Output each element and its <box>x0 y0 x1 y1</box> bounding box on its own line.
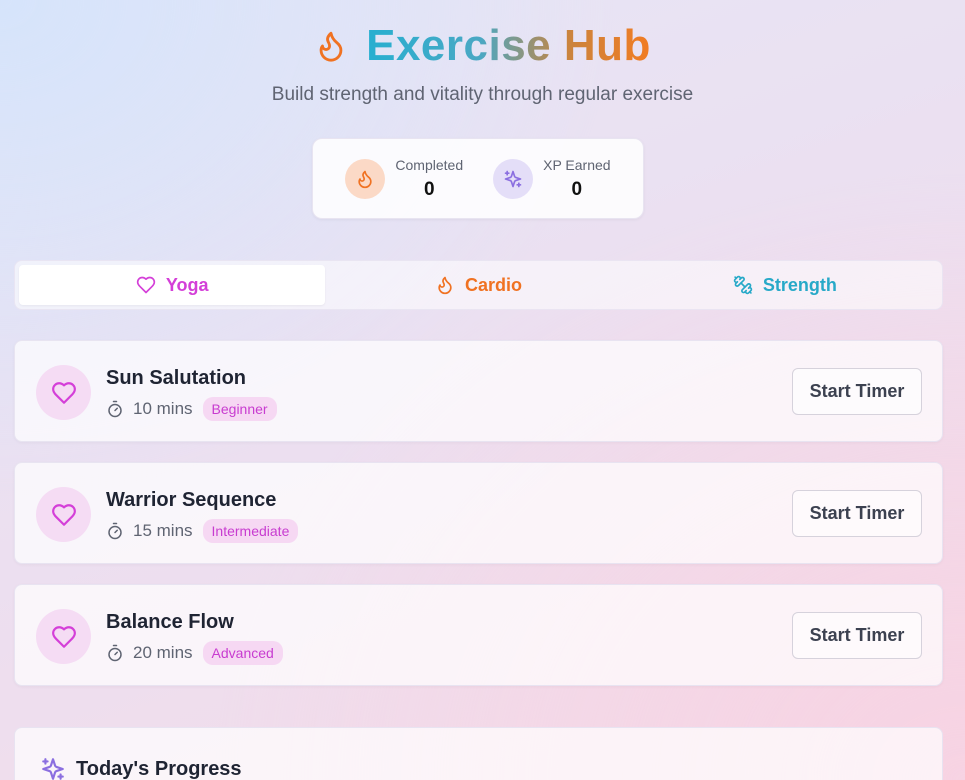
flame-icon <box>358 170 373 188</box>
progress-card: Today's Progress <box>14 727 943 780</box>
completed-stat-badge <box>345 158 386 199</box>
stat-label: XP Earned <box>543 156 611 173</box>
progress-title: Today's Progress <box>76 757 242 780</box>
stat-text: Completed 0 <box>395 157 463 201</box>
title-row: Exercise Hub <box>0 20 965 72</box>
exercise-name: Balance Flow <box>106 611 234 633</box>
start-timer-button[interactable]: Start Timer <box>792 490 922 537</box>
heart-icon <box>51 381 76 404</box>
start-timer-button[interactable]: Start Timer <box>792 368 922 415</box>
progress-header: Today's Progress <box>40 756 242 780</box>
category-tabs: Yoga Cardio Strength <box>14 260 943 310</box>
exercise-duration: 10 mins <box>133 399 193 418</box>
tab-strength[interactable]: Strength <box>632 265 938 305</box>
sparkles-icon <box>42 758 64 780</box>
exercise-duration: 20 mins <box>133 643 193 662</box>
flame-icon <box>319 31 343 62</box>
exercise-name: Warrior Sequence <box>106 489 277 511</box>
exercise-name: Sun Salutation <box>106 367 246 389</box>
xp-count: 0 <box>571 178 583 200</box>
exercise-meta: 20 mins Advanced <box>106 641 283 665</box>
flame-icon <box>438 276 452 295</box>
exercise-avatar <box>36 487 91 542</box>
stats-panel: Completed 0 XP Earned 0 <box>312 138 644 219</box>
timer-icon <box>108 522 122 540</box>
difficulty-badge: Beginner <box>202 397 277 421</box>
stat-label: Completed <box>395 156 464 173</box>
heart-icon <box>51 503 76 526</box>
exercise-card: Sun Salutation 10 mins Beginner Start Ti… <box>14 340 943 442</box>
tab-cardio[interactable]: Cardio <box>325 265 631 305</box>
stat-completed: Completed 0 <box>345 157 463 201</box>
start-timer-button[interactable]: Start Timer <box>792 612 922 659</box>
tab-label: Cardio <box>464 274 522 295</box>
exercise-card: Balance Flow 20 mins Advanced Start Time… <box>14 584 943 686</box>
exercise-duration: 15 mins <box>133 521 193 540</box>
tab-label: Yoga <box>165 274 209 295</box>
timer-icon <box>108 400 122 418</box>
dumbbell-icon <box>733 275 753 295</box>
header: Exercise Hub Build strength and vitality… <box>0 0 965 106</box>
tab-yoga[interactable]: Yoga <box>19 265 326 305</box>
exercise-meta: 15 mins Intermediate <box>106 519 299 543</box>
tab-label: Strength <box>762 274 837 295</box>
difficulty-badge: Advanced <box>202 641 283 665</box>
difficulty-badge: Intermediate <box>202 519 299 543</box>
exercise-avatar <box>36 609 91 664</box>
exercise-card: Warrior Sequence 15 mins Intermediate St… <box>14 462 943 564</box>
xp-stat-badge <box>493 158 534 199</box>
app-subtitle: Build strength and vitality through regu… <box>271 84 694 105</box>
exercise-avatar <box>36 365 91 420</box>
sparkles-icon <box>504 170 522 187</box>
completed-count: 0 <box>423 178 435 200</box>
timer-icon <box>108 644 122 662</box>
heart-icon <box>51 625 76 648</box>
heart-icon <box>136 276 155 294</box>
app-title: Exercise Hub <box>366 21 651 70</box>
exercise-meta: 10 mins Beginner <box>106 397 277 421</box>
stat-text: XP Earned 0 <box>543 157 610 201</box>
stat-xp: XP Earned 0 <box>493 157 611 201</box>
